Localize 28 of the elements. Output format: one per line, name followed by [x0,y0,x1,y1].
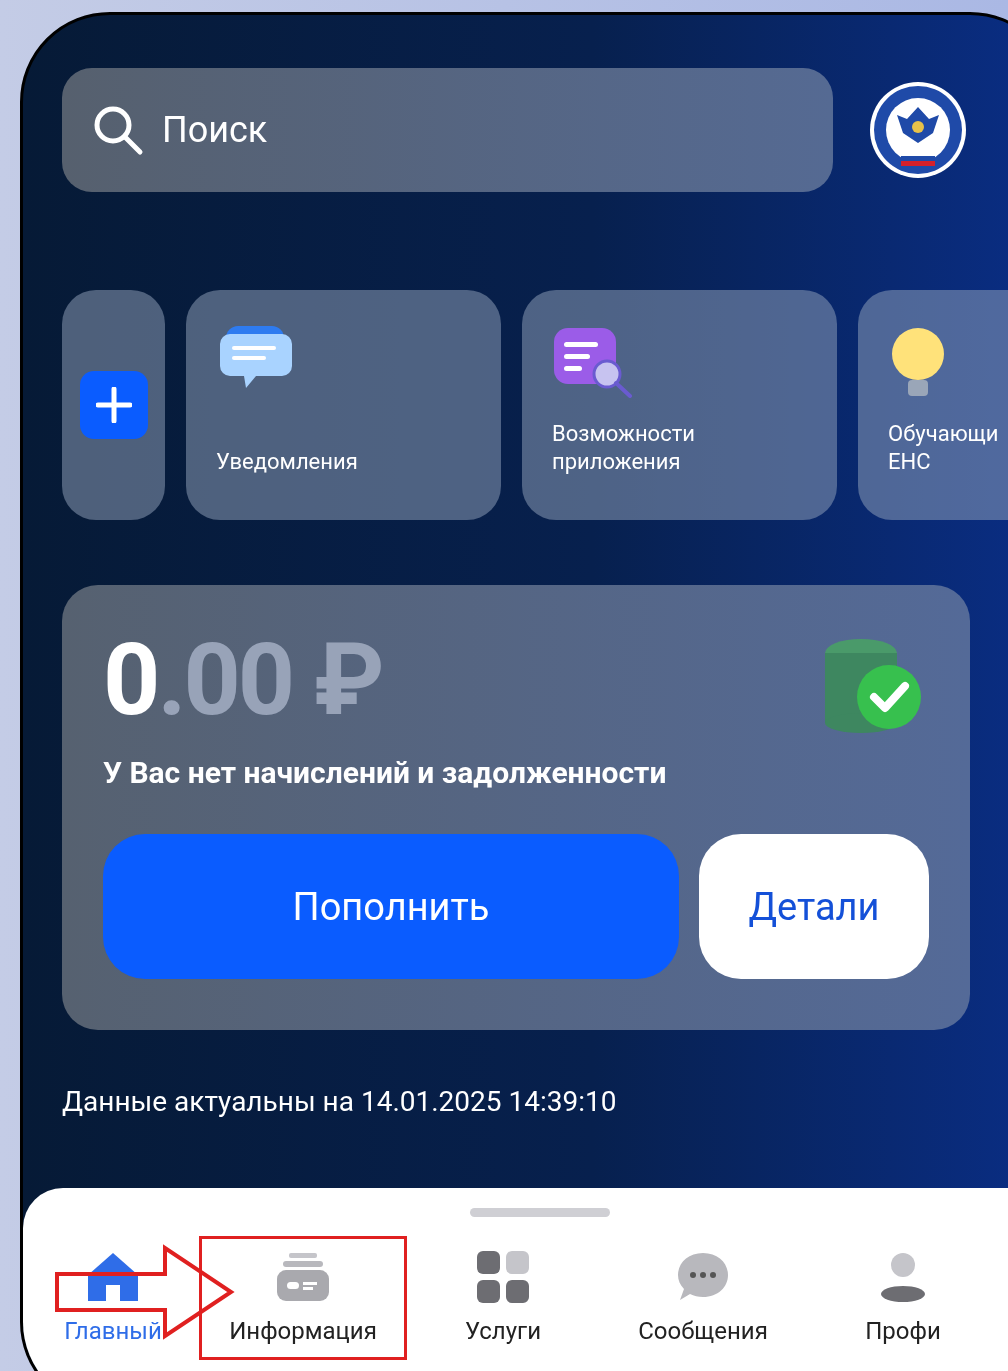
shortcut-tile[interactable]: Уведомления [186,290,501,520]
details-button[interactable]: Детали [699,834,929,979]
balance-amount: 0.00 ₽ [103,625,382,735]
nav-tab[interactable]: Услуги [403,1247,603,1349]
home-icon [86,1251,140,1303]
shortcut-label: Возможности приложения [552,420,695,476]
shortcut-tile[interactable]: Возможности приложения [522,290,837,520]
nav-tab[interactable]: Профи [803,1247,1003,1349]
drag-handle[interactable] [470,1208,610,1217]
nav-tab[interactable]: Сообщения [603,1247,803,1349]
chat-bubble-icon [676,1251,730,1303]
balance-message: У Вас нет начислений и задолженности [103,755,667,790]
add-button[interactable] [79,371,148,439]
search-icon [92,104,144,156]
card-stack-icon [275,1251,331,1303]
data-timestamp: Данные актуальны на 14.01.2025 14:39:10 [62,1085,617,1118]
shortcut-label: Обучающи ЕНС [888,420,999,476]
search-placeholder: Поиск [162,109,268,151]
nav-tab[interactable]: Информация [210,1247,396,1349]
shortcut-tile[interactable]: Обучающи ЕНС [858,290,1008,520]
plus-icon [95,387,132,423]
shortcut-label: Уведомления [216,448,358,476]
search-field[interactable]: Поиск [62,68,833,192]
emblem-logo[interactable] [869,81,967,179]
top-up-button[interactable]: Пополнить [103,834,679,979]
grid-icon [477,1251,529,1303]
person-icon [878,1251,928,1303]
nav-tab[interactable]: Главный [23,1247,203,1349]
